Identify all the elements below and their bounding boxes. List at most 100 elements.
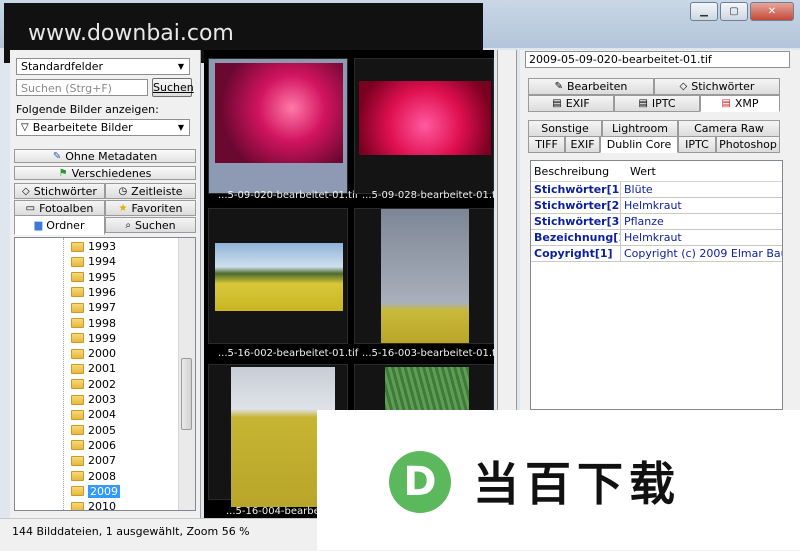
filename-field[interactable]: 2009-05-09-020-bearbeitet-01.tif [525,51,790,68]
folder-icon [71,287,84,298]
tree-folder-item[interactable]: 2001 [71,361,116,376]
right-tabs-row2: ▤ EXIF ▤ IPTC ▤ XMP [528,95,780,112]
document-icon: ▤ [552,98,562,109]
search-input[interactable]: Suchen (Strg+F) [16,79,148,96]
fields-combo[interactable]: Standardfelder ▼ [16,58,190,75]
table-row[interactable]: Stichwörter[3] Pflanze [531,214,782,230]
tree-folder-label: 2001 [88,362,116,376]
tab-other[interactable]: Sonstige [528,120,602,137]
thumbnail-item[interactable] [208,58,348,194]
tab-exif[interactable]: ▤ EXIF [528,95,614,112]
tree-folder-item[interactable]: 2006 [71,438,116,453]
column-header-description[interactable]: Beschreibung [531,165,624,178]
filter-combo[interactable]: ▽ Bearbeitete Bilder ▼ [16,119,190,136]
tab-keywords-right[interactable]: ◇ Stichwörter [654,78,780,95]
tab-label: TIFF [535,138,558,151]
thumbnail-label: ...5-16-002-bearbeitet-01.tif [218,348,359,359]
tree-folder-item[interactable]: 2007 [71,453,116,468]
tab-tiff[interactable]: TIFF [528,136,565,153]
tab-camera-raw[interactable]: Camera Raw [678,120,780,137]
tree-folder-item[interactable]: 1999 [71,331,116,346]
tree-folder-item[interactable]: 2003 [71,392,116,407]
thumbnail-item[interactable] [354,58,494,194]
tab-label: Suchen [134,218,176,232]
tree-folder-item[interactable]: 1993 [71,239,116,254]
tree-folder-item[interactable]: 2002 [71,377,116,392]
thumbnail-item[interactable] [208,208,348,344]
xmp-icon: ▤ [721,98,731,109]
folder-icon [71,348,84,359]
tab-photo-albums[interactable]: ▭ Fotoalben [14,200,105,216]
thumbnail-label: ...5-09-028-bearbeitet-01.tif [362,190,494,201]
search-button[interactable]: Suchen [152,78,194,97]
document-icon: ▤ [638,98,648,109]
tree-scrollbar[interactable] [178,238,195,510]
tab-label: Favoriten [131,201,183,215]
pin-icon: ✎ [52,150,62,162]
folder-icon [71,318,84,328]
row-value: Helmkraut [624,231,682,244]
tab-exif-xmp[interactable]: EXIF [565,136,600,153]
tree-folder-item[interactable]: 1997 [71,300,116,315]
folder-icon [71,333,84,344]
tag-icon: ◇ [679,81,688,92]
tab-label: Photoshop [719,138,777,151]
no-metadata-button[interactable]: ✎ Ohne Metadaten [14,149,196,163]
tree-folder-item[interactable]: 2010 [71,499,116,510]
tree-folder-item[interactable]: 1996 [71,285,116,300]
tab-keywords[interactable]: ◇ Stichwörter [14,183,105,199]
folder-icon [71,455,84,466]
misc-button[interactable]: ⚑ Verschiedenes [14,166,196,180]
close-button[interactable]: ✕ [750,2,794,21]
filter-icon: ▽ [21,122,29,133]
tab-dublin-core[interactable]: Dublin Core [600,136,678,153]
tree-folder-item[interactable]: 1994 [71,254,116,269]
minimize-button[interactable]: ▁ [690,2,718,21]
misc-label: Verschiedenes [71,166,152,180]
tab-label: IPTC [685,138,709,151]
tab-folders[interactable]: ▆ Ordner [14,215,105,235]
tab-iptc-xmp[interactable]: IPTC [678,136,716,153]
watermark-url: www.downbai.com [28,20,234,46]
table-row[interactable]: Copyright[1]Copyright (c) 2009 Elmar Bau… [531,246,782,262]
tree-folder-item[interactable]: 1995 [71,270,116,285]
right-tabs-row1: ✎ Bearbeiten ◇ Stichwörter [528,78,780,95]
show-images-label: Folgende Bilder anzeigen: [16,103,159,116]
tab-iptc[interactable]: ▤ IPTC [614,95,700,112]
scrollbar-thumb[interactable] [181,358,192,430]
tab-photoshop[interactable]: Photoshop [716,136,780,153]
tab-timeline[interactable]: ◷ Zeitleiste [105,183,196,199]
maximize-button[interactable]: ▢ [720,2,748,21]
tab-label: Lightroom [612,122,668,135]
metadata-table[interactable]: Beschreibung Wert Stichwörter[1] Blüte Sti… [530,160,783,410]
tree-folder-item[interactable]: 2009 [71,484,120,499]
pencil-icon: ✎ [554,81,563,92]
tree-folder-item[interactable]: 2005 [71,423,116,438]
tab-label: Stichwörter [691,80,755,93]
folder-icon [71,486,84,497]
tree-folder-label: 2009 [88,484,120,498]
folder-tree[interactable]: 1993 1994 1995 1996 1997 1998 1999 2000 2001 2002… [14,237,196,511]
thumbnail-label: ...5-09-020-bearbeitet-01.tif [218,190,359,201]
tree-folder-item[interactable]: 1998 [71,316,116,331]
thumbnail-item[interactable] [354,208,494,344]
tab-favorites[interactable]: ★ Favoriten [105,200,196,216]
column-header-value[interactable]: Wert [624,165,656,178]
table-row[interactable]: Bezeichnung[1]Helmkraut [531,230,782,246]
tab-search[interactable]: ⌕ Suchen [105,217,196,233]
tab-lightroom[interactable]: Lightroom [602,120,678,137]
tab-label: Fotoalben [39,201,94,215]
tree-folder-label: 1995 [88,270,116,284]
thumbnail-label: ...5-16-003-bearbeitet-01.tif [362,348,494,359]
tree-folder-item[interactable]: 2008 [71,469,116,484]
tab-xmp[interactable]: ▤ XMP [700,95,780,112]
table-row[interactable]: Stichwörter[1] Blüte [531,182,782,198]
tree-folder-item[interactable]: 2000 [71,346,116,361]
right-tabs-row4: TIFF EXIF Dublin Core IPTC Photoshop [528,136,780,153]
row-description: Copyright[1] [531,246,621,261]
tree-folder-item[interactable]: 2004 [71,407,116,422]
table-row[interactable]: Stichwörter[2] Helmkraut [531,198,782,214]
folder-icon [71,394,84,405]
tab-edit[interactable]: ✎ Bearbeiten [528,78,654,95]
left-tabs-row2: ▭ Fotoalben ★ Favoriten [14,200,196,216]
